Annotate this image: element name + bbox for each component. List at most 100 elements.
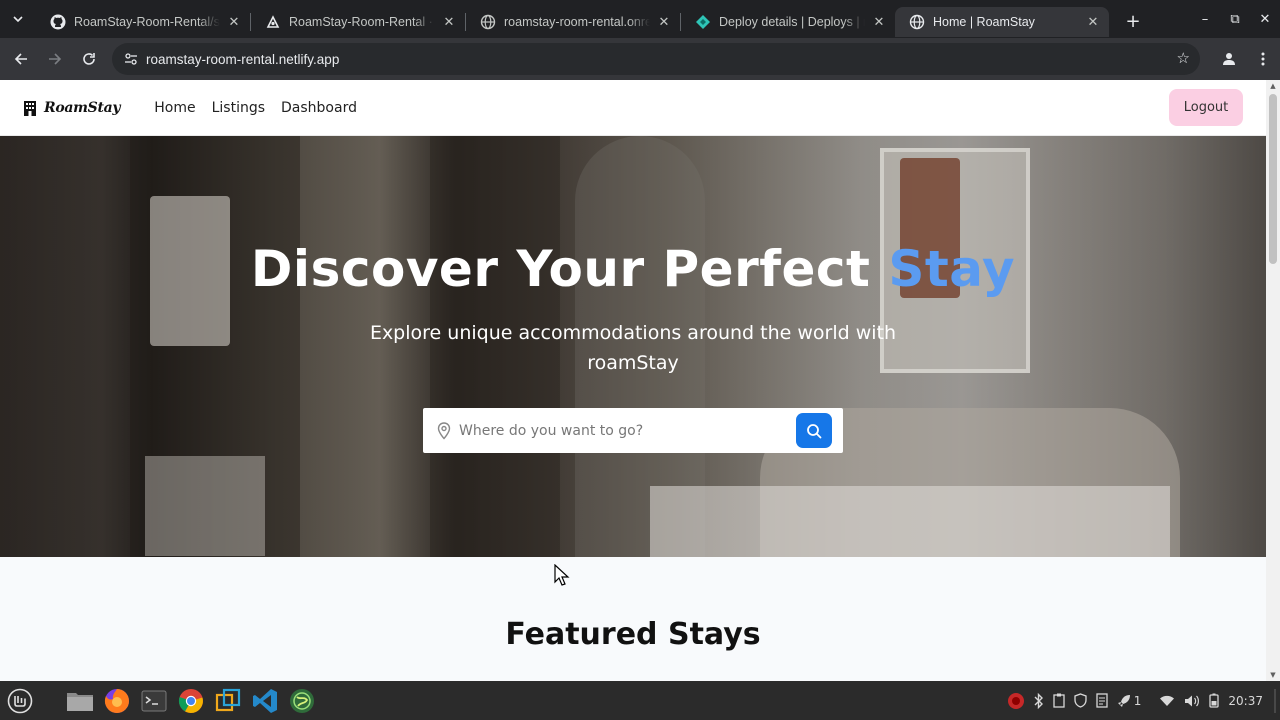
scroll-down-icon[interactable]: ▼: [1269, 671, 1277, 679]
tab-title: Home | RoamStay: [933, 15, 1035, 29]
browser-tab-4[interactable]: Deploy details | Deploys | n ✕: [681, 7, 895, 37]
show-desktop-edge[interactable]: [1272, 688, 1278, 714]
volume-icon[interactable]: [1184, 694, 1200, 708]
forward-button[interactable]: [38, 42, 72, 76]
terminal-icon: [141, 690, 167, 711]
arrow-right-icon: [49, 53, 62, 65]
hero-title-main: Discover Your Perfect: [250, 240, 871, 298]
site-info-icon[interactable]: [116, 52, 146, 66]
building-icon: [24, 100, 36, 116]
battery-icon[interactable]: [1209, 693, 1220, 708]
location-pin-icon: [435, 421, 453, 440]
vscode-icon: [253, 688, 277, 713]
nav-link-listings[interactable]: Listings: [212, 100, 265, 116]
browser-tab-5-active[interactable]: Home | RoamStay ✕: [895, 7, 1109, 37]
os-taskbar: 1 20:37: [0, 681, 1280, 720]
browser-toolbar: roamstay-room-rental.netlify.app ☆: [0, 38, 1280, 80]
logout-button[interactable]: Logout: [1169, 89, 1243, 126]
globe-app-icon: [290, 688, 314, 713]
maximize-icon[interactable]: ⧉: [1220, 12, 1250, 27]
url-text: roamstay-room-rental.netlify.app: [146, 51, 340, 67]
tab-title: Deploy details | Deploys | n: [719, 15, 865, 29]
hero-subtitle: Explore unique accommodations around the…: [369, 322, 897, 374]
wifi-icon[interactable]: [1159, 695, 1175, 707]
browser-tab-3[interactable]: roamstay-room-rental.onre ✕: [466, 7, 680, 37]
close-icon[interactable]: ✕: [226, 14, 242, 30]
search-input[interactable]: [459, 422, 779, 439]
clock[interactable]: 20:37: [1228, 694, 1263, 708]
main-nav: Home Listings Dashboard: [154, 100, 373, 116]
close-icon[interactable]: ✕: [656, 14, 672, 30]
toolbar-right: [1212, 38, 1280, 80]
github-icon: [50, 14, 66, 30]
hero-section: Discover Your Perfect Stay Explore uniqu…: [0, 136, 1266, 557]
search-icon: [807, 423, 822, 438]
profile-icon[interactable]: [1212, 51, 1246, 67]
menu-kebab-icon[interactable]: [1246, 51, 1280, 67]
window-controls: – ⧉ ✕: [1190, 0, 1280, 38]
close-icon[interactable]: ✕: [1085, 14, 1101, 30]
taskbar-vscode[interactable]: [249, 685, 281, 717]
hero-background-bed: [650, 486, 1170, 557]
minimize-icon[interactable]: –: [1190, 12, 1220, 27]
system-tray: 1 20:37: [1007, 681, 1280, 720]
rocket-icon: [1117, 694, 1130, 707]
nav-link-dashboard[interactable]: Dashboard: [281, 100, 357, 116]
back-button[interactable]: [4, 42, 38, 76]
bookmark-star-icon[interactable]: ☆: [1177, 49, 1190, 67]
hero-title-accent: Stay: [888, 240, 1016, 298]
reload-icon: [83, 53, 95, 65]
new-tab-button[interactable]: +: [1119, 7, 1147, 35]
globe-icon: [480, 14, 496, 30]
featured-title: Featured Stays: [505, 617, 761, 652]
taskbar-globe-app[interactable]: [286, 685, 318, 717]
bluetooth-icon[interactable]: [1034, 692, 1044, 709]
record-indicator-icon[interactable]: [1007, 692, 1025, 710]
brand[interactable]: RoamStay: [22, 99, 121, 116]
destination-search: [423, 408, 843, 453]
taskbar-terminal[interactable]: [138, 685, 170, 717]
windows-overlap-icon: [215, 688, 241, 711]
notes-icon[interactable]: [1096, 693, 1108, 708]
start-menu-button[interactable]: [4, 685, 36, 717]
browser-tab-1[interactable]: RoamStay-Room-Rental/se ✕: [36, 7, 250, 37]
globe-icon: [909, 14, 925, 30]
close-window-icon[interactable]: ✕: [1250, 12, 1280, 27]
reload-button[interactable]: [72, 42, 106, 76]
netlify-icon: [265, 14, 281, 30]
chevron-down-icon: [13, 16, 23, 23]
folder-icon: [67, 692, 93, 711]
page-viewport: RoamStay Home Listings Dashboard Logout …: [0, 80, 1280, 681]
shield-icon[interactable]: [1074, 693, 1087, 708]
mint-menu-icon: [7, 688, 33, 713]
taskbar-app-overlap[interactable]: [212, 685, 244, 717]
taskbar-files[interactable]: [64, 685, 96, 717]
close-icon[interactable]: ✕: [441, 14, 457, 30]
search-button[interactable]: [796, 413, 832, 448]
taskbar-chrome[interactable]: [175, 685, 207, 717]
close-icon[interactable]: ✕: [871, 14, 887, 30]
tab-search-button[interactable]: [0, 0, 36, 38]
hero-background-drawers: [145, 456, 265, 556]
tab-title: RoamStay-Room-Rental ·: [289, 15, 433, 29]
page-scrollbar[interactable]: ▲ ▼: [1266, 80, 1280, 681]
clipboard-icon[interactable]: [1053, 693, 1065, 708]
browser-tab-2[interactable]: RoamStay-Room-Rental · ✕: [251, 7, 465, 37]
workspace-switcher[interactable]: 1: [1117, 694, 1151, 708]
site-navbar: RoamStay Home Listings Dashboard Logout: [0, 80, 1266, 136]
tab-strip: RoamStay-Room-Rental/se ✕ RoamStay-Room-…: [0, 0, 1280, 38]
featured-section: Featured Stays: [0, 557, 1266, 681]
taskbar-firefox[interactable]: [101, 685, 133, 717]
workspace-count: 1: [1133, 693, 1142, 708]
mouse-cursor-icon: [554, 564, 570, 586]
chrome-icon: [178, 688, 203, 713]
address-bar[interactable]: roamstay-room-rental.netlify.app ☆: [112, 43, 1200, 75]
nav-link-home[interactable]: Home: [154, 100, 195, 116]
brand-name: RoamStay: [44, 99, 121, 116]
arrow-left-icon: [14, 53, 27, 65]
firefox-icon: [104, 688, 129, 713]
tab-title: roamstay-room-rental.onre: [504, 15, 650, 29]
scroll-up-icon[interactable]: ▲: [1269, 82, 1277, 90]
tab-title: RoamStay-Room-Rental/se: [74, 15, 220, 29]
scroll-thumb[interactable]: [1269, 94, 1277, 264]
